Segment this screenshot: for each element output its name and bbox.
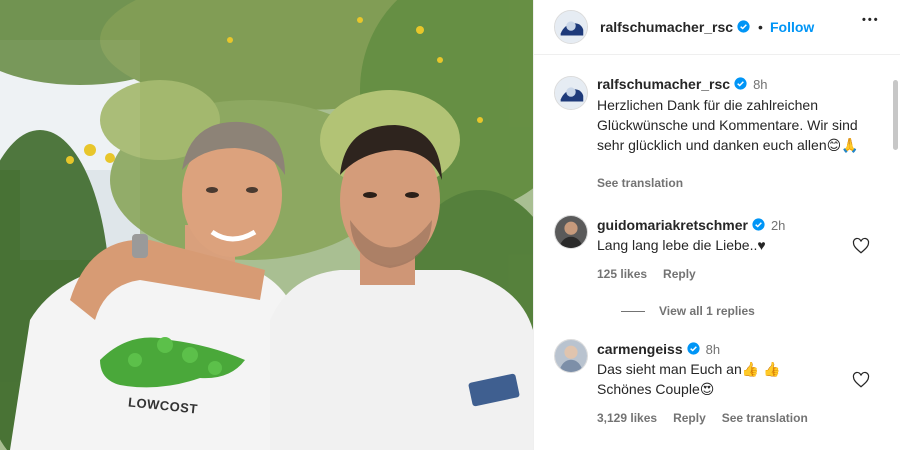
like-heart-icon[interactable] [852,371,870,389]
post-photo: LOWCOST [0,0,533,450]
verified-badge-icon [734,77,747,90]
caption-time[interactable]: 8h [753,77,767,92]
reply-button[interactable]: Reply [673,411,706,425]
comment-username-text[interactable]: carmengeiss [597,341,683,357]
post-side-panel: ralfschumacher_rsc • Follow ••• ralfschu… [533,0,900,450]
verified-badge-icon [737,20,750,33]
post-header: ralfschumacher_rsc • Follow ••• [534,0,900,55]
caption-username-text[interactable]: ralfschumacher_rsc [597,76,730,92]
comment-meta: 3,129 likes Reply See translation [597,411,824,425]
scrollbar[interactable] [893,80,898,150]
view-replies-button[interactable]: View all 1 replies [621,304,755,318]
comment-likes[interactable]: 125 likes [597,267,647,281]
avatar-image-icon [555,340,587,372]
more-options-icon[interactable]: ••• [862,14,880,26]
caption-username[interactable]: ralfschumacher_rsc 8h [597,76,768,92]
reply-button[interactable]: Reply [663,267,696,281]
header-username[interactable]: ralfschumacher_rsc [600,19,750,35]
avatar-image-icon [555,77,587,109]
comment-time[interactable]: 8h [706,342,720,357]
comment-text-line2: Schönes Couple😍 [597,381,715,397]
comment-avatar[interactable] [554,215,588,249]
verified-badge-icon [752,218,765,231]
comment-text-line1: Das sieht man Euch an👍 👍 [597,361,781,377]
caption-avatar[interactable] [554,76,588,110]
comment-time[interactable]: 2h [771,218,785,233]
comment-username-text[interactable]: guidomariakretschmer [597,217,748,233]
like-heart-icon[interactable] [852,237,870,255]
follow-button[interactable]: Follow [770,19,814,35]
avatar-image-icon [555,11,587,43]
replies-divider-line [621,311,645,313]
comment-avatar[interactable] [554,339,588,373]
avatar-image-icon [555,216,587,248]
comment-meta: 125 likes Reply [597,267,712,281]
verified-badge-icon [687,342,700,355]
header-separator: • [758,19,763,35]
comment-username[interactable]: guidomariakretschmer 2h [597,217,785,233]
comment-username[interactable]: carmengeiss 8h [597,341,720,357]
see-translation-button[interactable]: See translation [722,411,808,425]
comment-likes[interactable]: 3,129 likes [597,411,657,425]
caption-text: Herzlichen Dank für die zahlreichen Glüc… [597,97,859,153]
caption-see-translation[interactable]: See translation [597,176,683,190]
header-username-text[interactable]: ralfschumacher_rsc [600,19,733,35]
photo-illustration [0,0,533,450]
avatar[interactable] [554,10,588,44]
view-replies-label[interactable]: View all 1 replies [659,304,755,318]
comment-text: Lang lang lebe die Liebe..♥ [597,237,766,253]
